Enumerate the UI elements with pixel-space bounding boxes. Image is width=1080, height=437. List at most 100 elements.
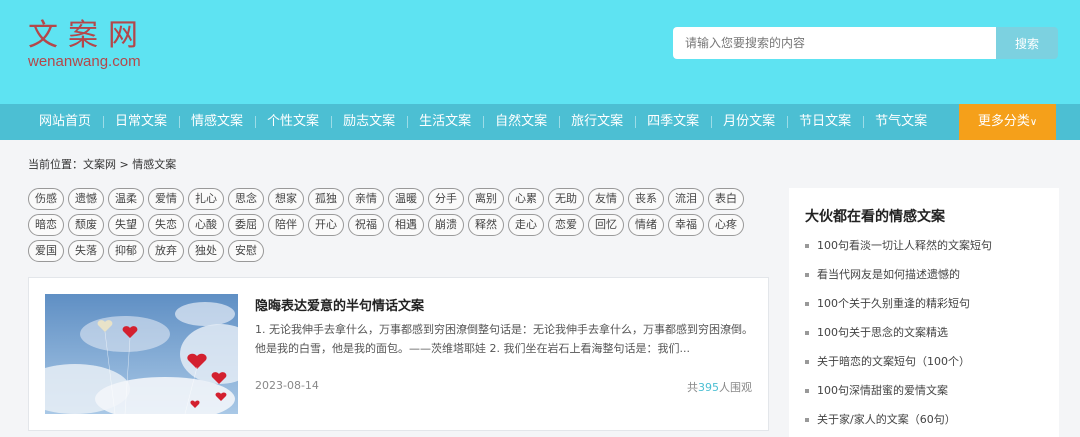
tag-link[interactable]: 温柔 — [108, 188, 144, 210]
sidebar-list: 100句看淡一切让人释然的文案短句 看当代网友是如何描述遗憾的 100个关于久别重逢… — [805, 236, 992, 437]
bullet-icon — [805, 360, 809, 364]
nav-item[interactable]: 月份文案 — [711, 104, 787, 140]
search-input[interactable] — [673, 27, 996, 59]
more-categories-label: 更多分类 — [977, 114, 1030, 129]
tag-link[interactable]: 孤独 — [308, 188, 344, 210]
sidebar-item-label: 100句看淡一切让人释然的文案短句 — [817, 239, 992, 252]
views-prefix: 共 — [687, 381, 698, 394]
sidebar-item[interactable]: 100句关于思念的文案精选 — [805, 323, 992, 352]
nav-item[interactable]: 网站首页 — [0, 104, 103, 140]
tag-link[interactable]: 情绪 — [628, 214, 664, 236]
tag-cloud: 伤感 遗憾 温柔 爱情 扎心 思念 想家 孤独 亲情 温暖 分手 离别 心累 无助 友情 丧系 流泪 表白暗恋 颓废… — [28, 188, 778, 262]
tag-link[interactable]: 遗憾 — [68, 188, 104, 210]
sidebar-item[interactable]: 看当代网友是如何描述遗憾的 — [805, 265, 992, 294]
article-title[interactable]: 隐晦表达爱意的半句情话文案 — [255, 295, 424, 314]
sidebar-item[interactable]: 关于家/家人的文案（60句） — [805, 410, 992, 437]
sidebar-item-label: 关于家/家人的文案（60句） — [817, 413, 956, 426]
tag-link[interactable]: 陪伴 — [268, 214, 304, 236]
sidebar-item-label: 100句深情甜蜜的爱情文案 — [817, 384, 948, 397]
site-header: 文案网 wenanwang.com 搜索 — [0, 0, 1080, 104]
tag-link[interactable]: 爱情 — [148, 188, 184, 210]
site-logo[interactable]: 文案网 wenanwang.com — [28, 16, 148, 70]
tag-link[interactable]: 流泪 — [668, 188, 704, 210]
tag-link[interactable]: 分手 — [428, 188, 464, 210]
logo-domain-text: wenanwang.com — [28, 53, 141, 70]
tag-link[interactable]: 失恋 — [148, 214, 184, 236]
tag-link[interactable]: 无助 — [548, 188, 584, 210]
tag-link[interactable]: 委屈 — [228, 214, 264, 236]
tag-link[interactable]: 失望 — [108, 214, 144, 236]
tag-link[interactable]: 独处 — [188, 240, 224, 262]
nav-item[interactable]: 节日文案 — [787, 104, 863, 140]
tag-link[interactable]: 温暖 — [388, 188, 424, 210]
sidebar-item-label: 100个关于久别重逢的精彩短句 — [817, 297, 970, 310]
sidebar-item-label: 100句关于思念的文案精选 — [817, 326, 948, 339]
tag-link[interactable]: 心疼 — [708, 214, 744, 236]
tag-link[interactable]: 亲情 — [348, 188, 384, 210]
tag-link[interactable]: 想家 — [268, 188, 304, 210]
nav-item[interactable]: 日常文案 — [103, 104, 179, 140]
breadcrumb: 当前位置：文案网 > 情感文案 — [28, 158, 177, 171]
tag-link[interactable]: 扎心 — [188, 188, 224, 210]
tag-link[interactable]: 走心 — [508, 214, 544, 236]
tag-link[interactable]: 丧系 — [628, 188, 664, 210]
tag-link[interactable]: 思念 — [228, 188, 264, 210]
tag-link[interactable]: 崩溃 — [428, 214, 464, 236]
nav-item[interactable]: 节气文案 — [863, 104, 939, 140]
article-summary: 1. 无论我伸手去拿什么，万事都感到穷困潦倒整句话是：无论我伸手去拿什么，万事都… — [255, 323, 753, 355]
tag-link[interactable]: 心累 — [508, 188, 544, 210]
article-card[interactable]: 隐晦表达爱意的半句情话文案 1. 无论我伸手去拿什么，万事都感到穷困潦倒整句话是… — [28, 277, 769, 431]
tag-link[interactable]: 爱国 — [28, 240, 64, 262]
sidebar-title: 大伙都在看的情感文案 — [805, 209, 945, 225]
sidebar-item-label: 关于暗恋的文案短句（100个） — [817, 355, 970, 368]
nav-item[interactable]: 生活文案 — [407, 104, 483, 140]
chevron-down-icon: ∨ — [1029, 117, 1038, 128]
logo-chinese-text: 文案网 — [28, 18, 148, 53]
sidebar-item[interactable]: 100句深情甜蜜的爱情文案 — [805, 381, 992, 410]
tag-link[interactable]: 相遇 — [388, 214, 424, 236]
bullet-icon — [805, 302, 809, 306]
tag-link[interactable]: 放弃 — [148, 240, 184, 262]
tag-link[interactable]: 暗恋 — [28, 214, 64, 236]
search-button[interactable]: 搜索 — [996, 27, 1058, 59]
popular-sidebar: 大伙都在看的情感文案 100句看淡一切让人释然的文案短句 看当代网友是如何描述遗憾… — [789, 188, 1059, 437]
nav-item[interactable]: 个性文案 — [255, 104, 331, 140]
tag-link[interactable]: 颓废 — [68, 214, 104, 236]
sky-balloons-image — [45, 294, 238, 414]
sidebar-item[interactable]: 100个关于久别重逢的精彩短句 — [805, 294, 992, 323]
bullet-icon — [805, 273, 809, 277]
tag-link[interactable]: 幸福 — [668, 214, 704, 236]
nav-item[interactable]: 自然文案 — [483, 104, 559, 140]
main-nav: 网站首页 日常文案 情感文案 个性文案 励志文案 生活文案 自然文案 旅行文案 四季文案 月份文案… — [0, 104, 1080, 140]
more-categories-button[interactable]: 更多分类∨ — [959, 104, 1056, 140]
tag-link[interactable]: 回忆 — [588, 214, 624, 236]
tag-link[interactable]: 安慰 — [228, 240, 264, 262]
tag-link[interactable]: 抑郁 — [108, 240, 144, 262]
tag-link[interactable]: 表白 — [708, 188, 744, 210]
nav-item[interactable]: 四季文案 — [635, 104, 711, 140]
bullet-icon — [805, 418, 809, 422]
sidebar-item[interactable]: 100句看淡一切让人释然的文案短句 — [805, 236, 992, 265]
tag-link[interactable]: 恋爱 — [548, 214, 584, 236]
tag-link[interactable]: 离别 — [468, 188, 504, 210]
views-count: 395 — [698, 381, 719, 394]
tag-link[interactable]: 释然 — [468, 214, 504, 236]
bullet-icon — [805, 244, 809, 248]
nav-item[interactable]: 励志文案 — [331, 104, 407, 140]
article-date: 2023-08-14 — [255, 379, 319, 392]
search-bar: 搜索 — [673, 27, 1058, 59]
sidebar-item[interactable]: 关于暗恋的文案短句（100个） — [805, 352, 992, 381]
nav-item[interactable]: 旅行文案 — [559, 104, 635, 140]
nav-item[interactable]: 情感文案 — [179, 104, 255, 140]
tag-link[interactable]: 开心 — [308, 214, 344, 236]
bullet-icon — [805, 389, 809, 393]
article-thumbnail[interactable] — [45, 294, 238, 414]
tag-link[interactable]: 友情 — [588, 188, 624, 210]
tag-link[interactable]: 伤感 — [28, 188, 64, 210]
tag-link[interactable]: 心酸 — [188, 214, 224, 236]
tag-link[interactable]: 祝福 — [348, 214, 384, 236]
tag-link[interactable]: 失落 — [68, 240, 104, 262]
article-views: 共395人围观 — [687, 379, 752, 395]
sidebar-item-label: 看当代网友是如何描述遗憾的 — [817, 268, 960, 281]
bullet-icon — [805, 331, 809, 335]
